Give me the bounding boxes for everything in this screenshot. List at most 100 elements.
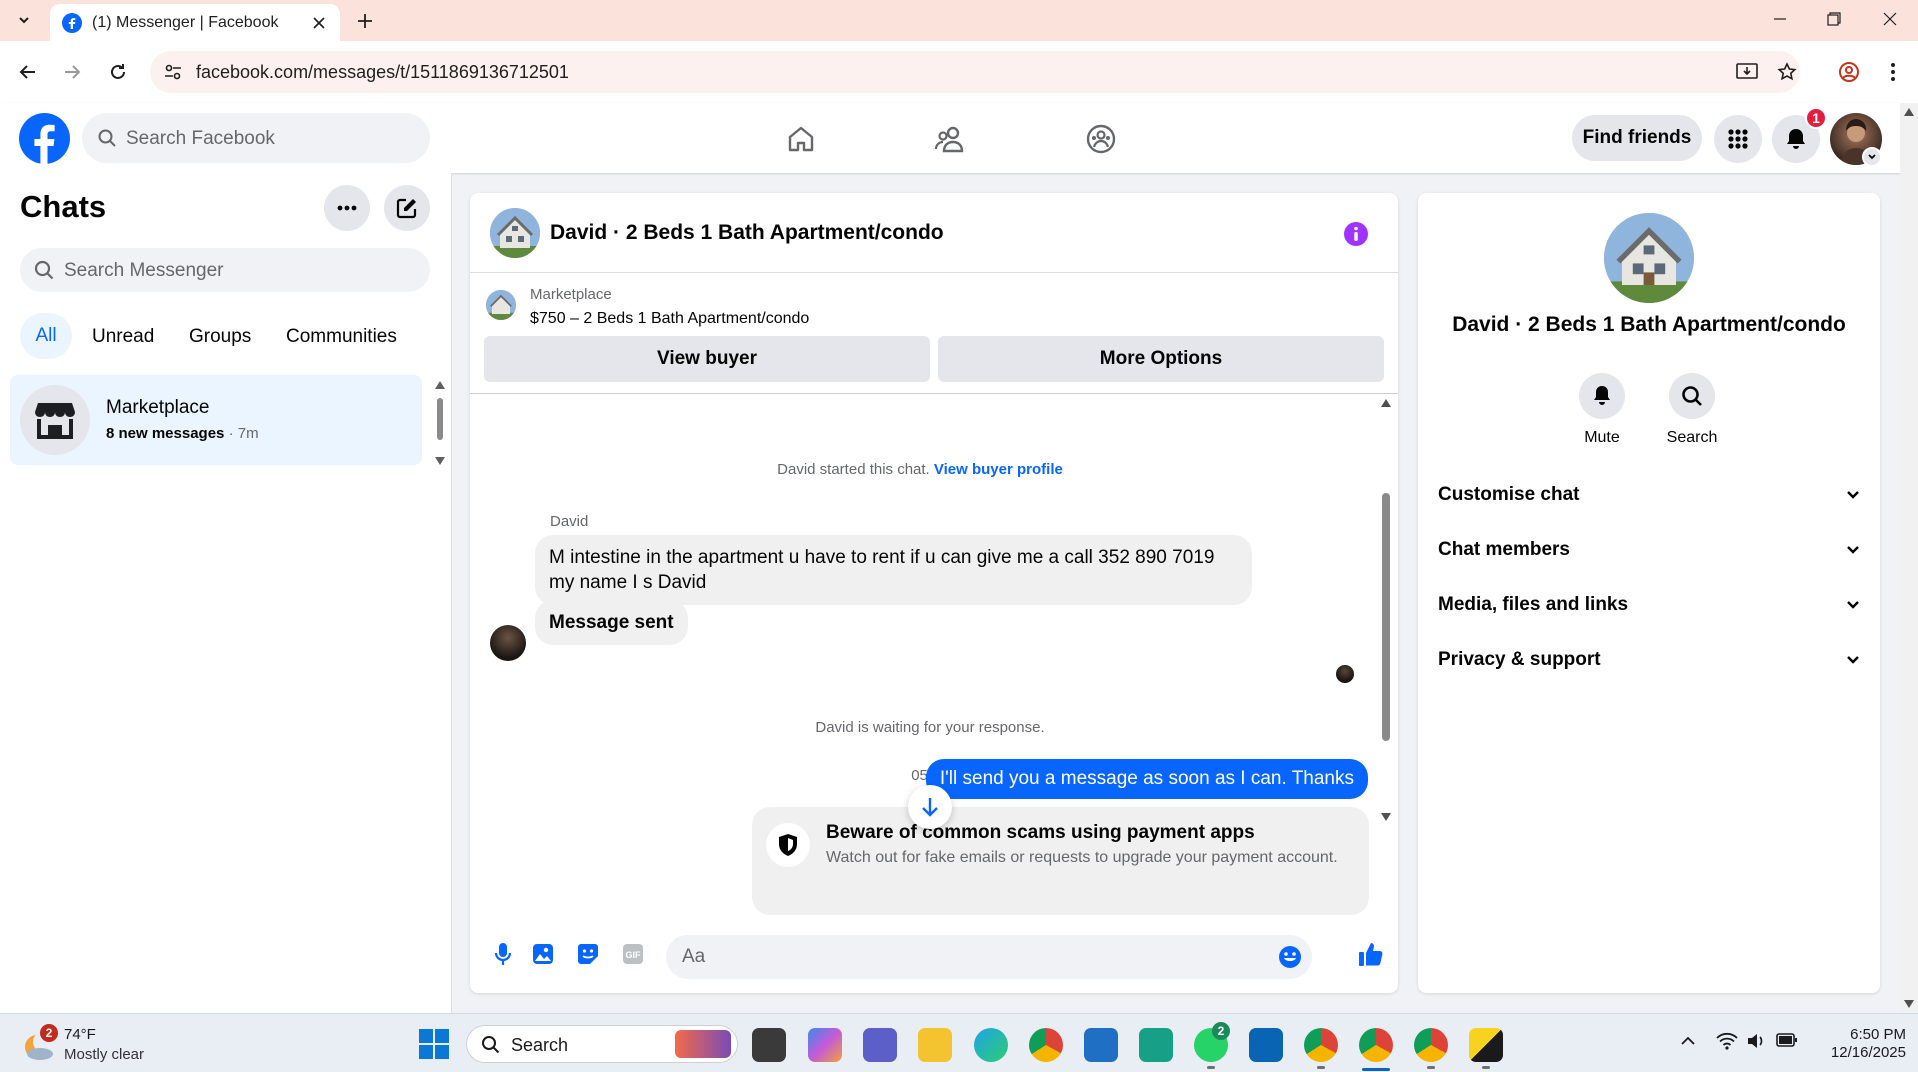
notification-count-badge: 1 [1805, 107, 1827, 129]
chat-started-notice: David started this chat. View buyer prof… [470, 461, 1370, 478]
filter-all[interactable]: All [20, 313, 72, 359]
house-avatar[interactable] [490, 208, 540, 258]
friends-icon[interactable] [930, 118, 972, 160]
menu-grid-icon[interactable] [1714, 115, 1762, 163]
search-conversation-button[interactable]: Search [1662, 373, 1722, 447]
warning-body: Watch out for fake emails or requests to… [826, 849, 1338, 866]
chat-list-scrollbar[interactable] [432, 378, 448, 468]
messenger-search-input[interactable]: Search Messenger [20, 248, 430, 292]
back-arrow-icon[interactable] [13, 57, 43, 87]
search-highlight-icon [675, 1030, 731, 1058]
listing-title[interactable]: $750 – 2 Beds 1 Bath Apartment/condo [530, 310, 809, 328]
view-buyer-profile-link[interactable]: View buyer profile [934, 461, 1063, 478]
info-icon[interactable] [1343, 221, 1369, 247]
app-s-icon[interactable] [1139, 1028, 1173, 1062]
chats-options-icon[interactable] [324, 185, 370, 231]
thumbs-up-icon[interactable] [1356, 939, 1386, 969]
privacy-support-section[interactable]: Privacy & support [1438, 640, 1860, 680]
message-input[interactable]: Aa [666, 935, 1312, 979]
browser-tab[interactable]: (1) Messenger | Facebook [50, 4, 340, 41]
teams-icon[interactable] [863, 1028, 897, 1062]
media-files-links-section[interactable]: Media, files and links [1438, 585, 1860, 625]
task-view-icon[interactable] [752, 1028, 786, 1062]
close-window-icon[interactable] [1862, 0, 1918, 38]
search-icon [1669, 373, 1715, 419]
copilot-icon[interactable] [808, 1028, 842, 1062]
shield-icon [766, 823, 810, 867]
filter-unread[interactable]: Unread [92, 326, 154, 348]
incoming-message[interactable]: Message sent [535, 600, 688, 645]
profile-icon[interactable] [1834, 57, 1864, 87]
outlook-icon[interactable] [1249, 1028, 1283, 1062]
chrome-profile-icon[interactable] [1359, 1028, 1393, 1062]
chat-members-section[interactable]: Chat members [1438, 530, 1860, 570]
whatsapp-badge: 2 [1212, 1022, 1230, 1040]
mute-button[interactable]: Mute [1572, 373, 1632, 447]
thread-scrollbar[interactable] [1378, 395, 1394, 915]
customise-chat-section[interactable]: Customise chat [1438, 475, 1860, 515]
outgoing-message[interactable]: I'll send you a message as soon as I can… [925, 759, 1368, 799]
weather-widget[interactable]: 2 74°F Mostly clear [22, 1024, 222, 1066]
view-buyer-button[interactable]: View buyer [484, 336, 930, 382]
emoji-icon[interactable] [1278, 945, 1302, 969]
filter-groups[interactable]: Groups [189, 326, 251, 348]
chrome-icon[interactable] [1029, 1028, 1063, 1062]
tab-close-icon[interactable] [310, 14, 328, 32]
windows-taskbar: 2 74°F Mostly clear Search 2 6:50 PM 12/… [0, 1013, 1918, 1072]
volume-icon[interactable] [1746, 1032, 1766, 1050]
running-indicator [1317, 1066, 1325, 1069]
mute-label: Mute [1584, 429, 1620, 446]
address-bar[interactable]: facebook.com/messages/t/1511869136712501 [150, 51, 1800, 93]
incoming-message[interactable]: M intestine in the apartment u have to r… [535, 535, 1252, 605]
reload-icon[interactable] [103, 57, 133, 87]
facebook-logo-icon[interactable] [19, 113, 70, 164]
restore-icon[interactable] [1806, 0, 1862, 38]
chrome-profile-icon[interactable] [1304, 1028, 1338, 1062]
bookmark-star-icon[interactable] [1772, 57, 1802, 87]
sender-avatar[interactable] [490, 625, 526, 661]
contact-name: David · 2 Beds 1 Bath Apartment/condo [1452, 313, 1846, 336]
store-icon[interactable] [1084, 1028, 1118, 1062]
chat-list-item-marketplace[interactable]: Marketplace 8 new messages · 7m [10, 375, 422, 465]
battery-icon[interactable] [1776, 1033, 1798, 1047]
site-settings-icon[interactable] [164, 63, 182, 81]
gif-icon[interactable]: GIF [618, 939, 648, 969]
file-explorer-icon[interactable] [918, 1028, 952, 1062]
search-icon [482, 1036, 500, 1054]
wifi-icon[interactable] [1716, 1032, 1738, 1050]
contact-avatar[interactable] [1604, 213, 1694, 303]
page-scrollbar[interactable] [1900, 103, 1918, 1013]
chrome-profile-icon[interactable] [1414, 1028, 1448, 1062]
chat-started-text: David started this chat. [777, 461, 930, 478]
sticky-notes-icon[interactable] [1469, 1028, 1503, 1062]
edge-icon[interactable] [974, 1028, 1008, 1062]
more-options-button[interactable]: More Options [938, 336, 1384, 382]
account-chevron-down-icon[interactable] [1862, 147, 1882, 167]
message-composer: GIF Aa [470, 923, 1398, 993]
microphone-icon[interactable] [488, 939, 518, 969]
home-icon[interactable] [780, 118, 822, 160]
facebook-search-input[interactable]: Search Facebook [82, 113, 430, 163]
windows-start-icon[interactable] [418, 1028, 450, 1060]
running-indicator [1207, 1066, 1215, 1069]
chevron-down-icon [1847, 546, 1859, 554]
listing-thumbnail[interactable] [486, 290, 516, 320]
filter-communities[interactable]: Communities [286, 326, 397, 348]
browser-menu-icon[interactable] [1878, 57, 1908, 87]
forward-arrow-icon[interactable] [57, 57, 87, 87]
show-hidden-icons-chevron-up-icon[interactable] [1680, 1034, 1696, 1046]
marketplace-shop-icon [20, 385, 90, 455]
new-tab-icon[interactable] [352, 8, 378, 34]
groups-icon[interactable] [1080, 118, 1122, 160]
find-friends-button[interactable]: Find friends [1572, 115, 1702, 161]
photo-icon[interactable] [528, 939, 558, 969]
install-app-icon[interactable] [1732, 57, 1762, 87]
minimize-icon[interactable] [1752, 0, 1808, 38]
taskbar-search[interactable]: Search [466, 1025, 738, 1063]
new-message-icon[interactable] [384, 185, 430, 231]
conversation-panel: David · 2 Beds 1 Bath Apartment/condo Ma… [470, 193, 1398, 993]
system-clock[interactable]: 6:50 PM 12/16/2025 [1806, 1026, 1906, 1062]
sticker-icon[interactable] [573, 939, 603, 969]
tab-search-chevron-icon[interactable] [10, 8, 38, 32]
scroll-to-bottom-arrow-icon[interactable] [908, 785, 952, 829]
